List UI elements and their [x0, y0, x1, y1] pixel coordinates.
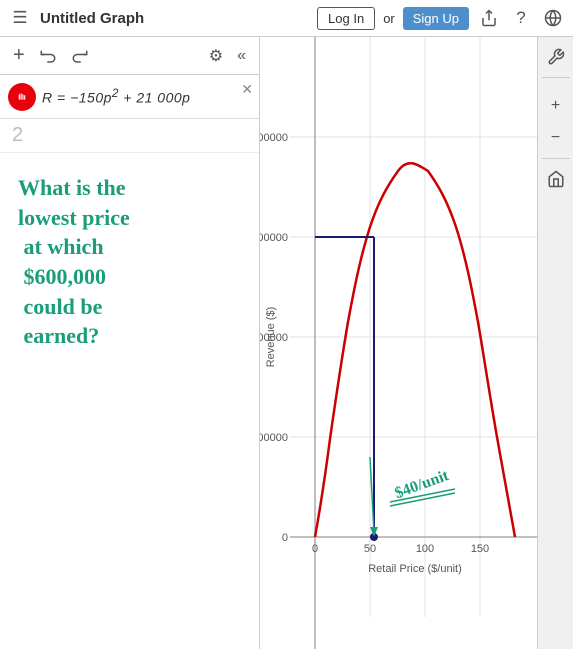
close-expression-button[interactable]: ✕ [241, 81, 253, 98]
or-label: or [383, 11, 395, 26]
expression-formula: R = −150p2 + 21 000p [42, 87, 251, 106]
app-title: Untitled Graph [40, 10, 309, 27]
svg-text:0: 0 [282, 532, 288, 544]
wrench-button[interactable] [541, 43, 571, 71]
home-button[interactable] [541, 165, 571, 193]
svg-text:Retail Price ($/unit): Retail Price ($/unit) [368, 563, 462, 575]
menu-button[interactable]: ☰ [8, 6, 32, 30]
main-layout: + ⚙ « R = −150p2 + 21 000p ✕ [0, 37, 573, 649]
collapse-panel-button[interactable]: « [232, 44, 251, 68]
svg-text:150: 150 [471, 543, 489, 555]
redo-button[interactable] [66, 44, 94, 68]
question-annotation: What is thelowest price at which $600,00… [18, 173, 130, 351]
svg-text:600000: 600000 [260, 232, 288, 244]
sidebar-divider [542, 77, 570, 78]
zoom-out-button[interactable]: − [541, 124, 571, 152]
language-button[interactable] [541, 6, 565, 30]
left-panel: + ⚙ « R = −150p2 + 21 000p ✕ [0, 37, 260, 649]
svg-text:200000: 200000 [260, 432, 288, 444]
undo-button[interactable] [34, 44, 62, 68]
zoom-in-button[interactable]: + [541, 92, 571, 120]
svg-text:100: 100 [416, 543, 434, 555]
graph-canvas[interactable]: 800000 600000 400000 200000 0 0 50 100 1… [260, 37, 537, 649]
expression-toolbar: + ⚙ « [0, 37, 259, 75]
help-button[interactable]: ? [509, 6, 533, 30]
svg-text:800000: 800000 [260, 132, 288, 144]
login-button[interactable]: Log In [317, 7, 375, 30]
signup-button[interactable]: Sign Up [403, 7, 469, 30]
desmos-logo [8, 83, 36, 111]
topbar: ☰ Untitled Graph Log In or Sign Up ? [0, 0, 573, 37]
share-button[interactable] [477, 6, 501, 30]
sidebar-divider-2 [542, 158, 570, 159]
annotation-area: What is thelowest price at which $600,00… [0, 153, 259, 649]
svg-text:Revenue ($): Revenue ($) [265, 307, 277, 368]
expression-row[interactable]: R = −150p2 + 21 000p ✕ [0, 75, 259, 119]
add-expression-button[interactable]: + [8, 41, 30, 70]
svg-text:50: 50 [364, 543, 376, 555]
settings-button[interactable]: ⚙ [204, 43, 228, 69]
svg-text:0: 0 [312, 543, 318, 555]
right-sidebar: + − [537, 37, 573, 649]
empty-expression-slot: 2 [0, 119, 259, 153]
